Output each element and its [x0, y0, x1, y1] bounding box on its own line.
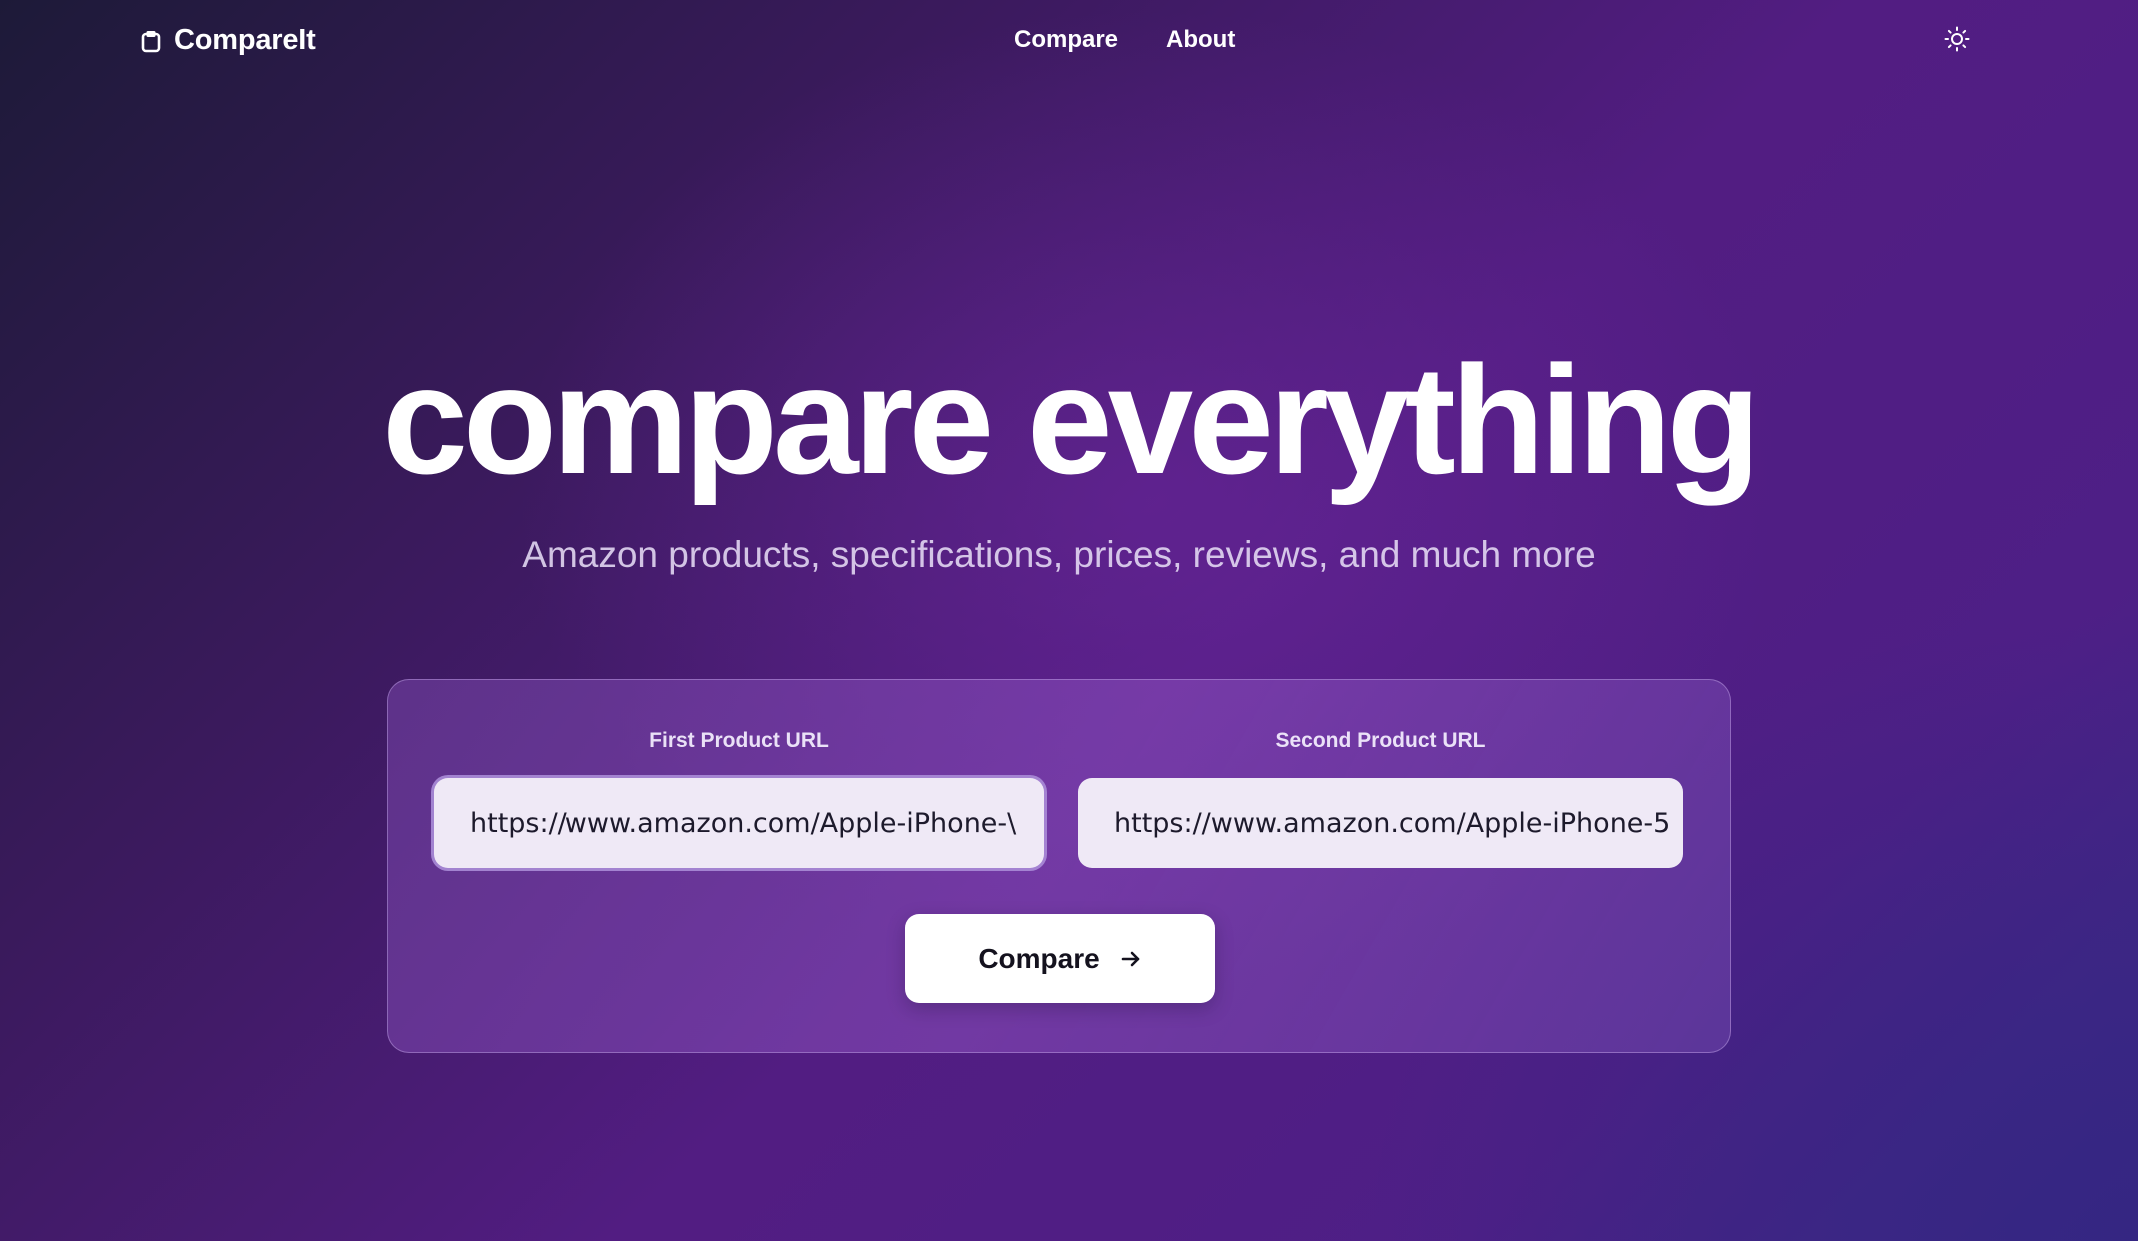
main-nav: Compare About [1014, 26, 1235, 54]
compare-submit-button[interactable]: Compare [905, 914, 1215, 1003]
compare-button-label: Compare [978, 942, 1100, 974]
second-product-url-input[interactable]: https://www.amazon.com/Apple-iPhone-5 [1078, 778, 1683, 868]
first-product-field: First Product URL https://www.amazon.com… [434, 729, 1044, 868]
nav-link-compare[interactable]: Compare [1014, 26, 1118, 54]
first-url-text-end: www.amazon.com/Apple-iPhone-\ [564, 807, 1017, 839]
first-product-label: First Product URL [649, 729, 829, 752]
hero-subtitle: Amazon products, specifications, prices,… [522, 534, 1596, 575]
clipboard-icon [140, 29, 162, 53]
first-url-text-start: https:// [470, 807, 567, 839]
second-url-text: https://www.amazon.com/Apple-iPhone-5 [1114, 807, 1671, 839]
sun-icon [1944, 26, 1970, 57]
hero-title: compare everything [382, 334, 1761, 506]
nav-link-about[interactable]: About [1166, 26, 1235, 54]
theme-toggle-button[interactable] [1943, 26, 1971, 57]
top-navbar: CompareIt Compare About [0, 0, 2138, 84]
brand-logo-link[interactable]: CompareIt [140, 24, 316, 57]
second-product-field: Second Product URL https://www.amazon.co… [1078, 729, 1683, 868]
brand-name: CompareIt [174, 24, 316, 56]
first-product-url-input[interactable]: https://www.amazon.com/Apple-iPhone-\ [434, 778, 1044, 868]
compare-form-card: First Product URL https://www.amazon.com… [387, 679, 1731, 1053]
arrow-right-icon [1120, 949, 1142, 969]
second-product-label: Second Product URL [1275, 729, 1486, 752]
